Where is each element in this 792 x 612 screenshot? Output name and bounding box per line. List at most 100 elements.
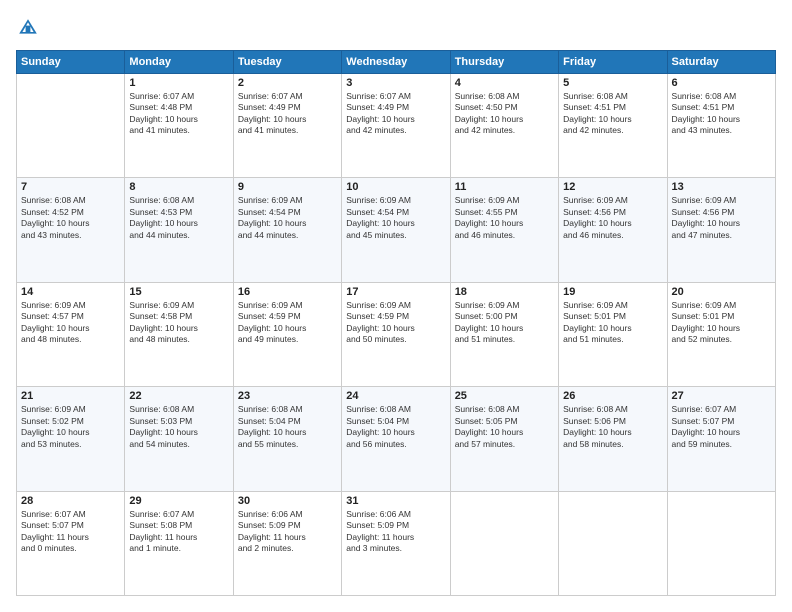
day-info: Sunrise: 6:09 AM Sunset: 4:59 PM Dayligh…: [346, 300, 445, 346]
calendar-cell: 8Sunrise: 6:08 AM Sunset: 4:53 PM Daylig…: [125, 178, 233, 282]
calendar-cell: 2 Sunrise: 6:07 AM Sunset: 4:49 PM Daylig…: [233, 74, 341, 178]
calendar-cell: 23 Sunrise: 6:08 AM Sunset: 5:04 PM Dayli…: [233, 387, 341, 491]
calendar-cell: 31 Sunrise: 6:06 AM Sunset: 5:09 PM Dayli…: [342, 491, 450, 595]
day-info: Sunrise: 6:08 AM Sunset: 5:05 PM Dayligh…: [455, 404, 554, 450]
day-number: 2: [238, 77, 337, 89]
calendar-cell: 28 Sunrise: 6:07 AM Sunset: 5:07 PM Dayli…: [17, 491, 125, 595]
calendar-cell: 13 Sunrise: 6:09 AM Sunset: 4:56 PM Dayli…: [667, 178, 775, 282]
calendar-cell: [17, 74, 125, 178]
day-info: Sunrise: 6:07 AM Sunset: 4:49 PM Dayligh…: [238, 91, 337, 137]
day-info: Sunrise: 6:07 AM Sunset: 5:07 PM Dayligh…: [672, 404, 771, 450]
week-row-2: 7 Sunrise: 6:08 AM Sunset: 4:52 PM Daylig…: [17, 178, 776, 282]
day-number: 21: [21, 390, 120, 402]
day-info: Sunrise: 6:07 AM Sunset: 5:07 PM Dayligh…: [21, 509, 120, 555]
logo-icon: [16, 16, 40, 40]
calendar-cell: 6 Sunrise: 6:08 AM Sunset: 4:51 PM Daylig…: [667, 74, 775, 178]
day-number: 22: [129, 390, 228, 402]
day-info: Sunrise: 6:09 AM Sunset: 5:00 PM Dayligh…: [455, 300, 554, 346]
day-info: Sunrise: 6:06 AM Sunset: 5:09 PM Dayligh…: [346, 509, 445, 555]
day-number: 9: [238, 181, 337, 193]
day-number: 14: [21, 286, 120, 298]
calendar-cell: 22 Sunrise: 6:08 AM Sunset: 5:03 PM Dayli…: [125, 387, 233, 491]
day-number: 7: [21, 181, 120, 193]
calendar-cell: 24 Sunrise: 6:08 AM Sunset: 5:04 PM Dayli…: [342, 387, 450, 491]
calendar-cell: 17 Sunrise: 6:09 AM Sunset: 4:59 PM Dayli…: [342, 282, 450, 386]
day-info: Sunrise: 6:08 AM Sunset: 5:06 PM Dayligh…: [563, 404, 662, 450]
weekday-header-wednesday: Wednesday: [342, 51, 450, 74]
day-info: Sunrise: 6:08 AM Sunset: 5:04 PM Dayligh…: [346, 404, 445, 450]
calendar-table: SundayMondayTuesdayWednesdayThursdayFrid…: [16, 50, 776, 596]
day-info: Sunrise: 6:09 AM Sunset: 5:01 PM Dayligh…: [672, 300, 771, 346]
day-info: Sunrise: 6:08 AM Sunset: 4:51 PM Dayligh…: [563, 91, 662, 137]
calendar-cell: 21 Sunrise: 6:09 AM Sunset: 5:02 PM Dayli…: [17, 387, 125, 491]
day-info: Sunrise: 6:09 AM Sunset: 4:56 PM Dayligh…: [672, 195, 771, 241]
day-info: Sunrise: 6:09 AM Sunset: 4:54 PM Dayligh…: [238, 195, 337, 241]
calendar-cell: [667, 491, 775, 595]
calendar-cell: 4 Sunrise: 6:08 AM Sunset: 4:50 PM Daylig…: [450, 74, 558, 178]
weekday-header-thursday: Thursday: [450, 51, 558, 74]
day-number: 11: [455, 181, 554, 193]
day-info: Sunrise: 6:07 AM Sunset: 5:08 PM Dayligh…: [129, 509, 228, 555]
day-number: 6: [672, 77, 771, 89]
day-number: 19: [563, 286, 662, 298]
day-info: Sunrise: 6:08 AM Sunset: 4:52 PM Dayligh…: [21, 195, 120, 241]
day-number: 23: [238, 390, 337, 402]
day-number: 30: [238, 495, 337, 507]
day-info: Sunrise: 6:07 AM Sunset: 4:48 PM Dayligh…: [129, 91, 228, 137]
calendar-cell: 30Sunrise: 6:06 AM Sunset: 5:09 PM Dayli…: [233, 491, 341, 595]
day-number: 17: [346, 286, 445, 298]
week-row-1: 1 Sunrise: 6:07 AM Sunset: 4:48 PM Daylig…: [17, 74, 776, 178]
calendar-cell: 18 Sunrise: 6:09 AM Sunset: 5:00 PM Dayli…: [450, 282, 558, 386]
day-number: 18: [455, 286, 554, 298]
header: [16, 16, 776, 40]
calendar-cell: 26Sunrise: 6:08 AM Sunset: 5:06 PM Dayli…: [559, 387, 667, 491]
weekday-header-saturday: Saturday: [667, 51, 775, 74]
day-number: 28: [21, 495, 120, 507]
calendar-cell: 9 Sunrise: 6:09 AM Sunset: 4:54 PM Daylig…: [233, 178, 341, 282]
week-row-5: 28 Sunrise: 6:07 AM Sunset: 5:07 PM Dayli…: [17, 491, 776, 595]
calendar-cell: 5 Sunrise: 6:08 AM Sunset: 4:51 PM Daylig…: [559, 74, 667, 178]
day-number: 3: [346, 77, 445, 89]
day-number: 27: [672, 390, 771, 402]
day-number: 16: [238, 286, 337, 298]
day-number: 13: [672, 181, 771, 193]
calendar-cell: 3 Sunrise: 6:07 AM Sunset: 4:49 PM Daylig…: [342, 74, 450, 178]
calendar-cell: 14 Sunrise: 6:09 AM Sunset: 4:57 PM Dayli…: [17, 282, 125, 386]
calendar-cell: 27 Sunrise: 6:07 AM Sunset: 5:07 PM Dayli…: [667, 387, 775, 491]
day-number: 25: [455, 390, 554, 402]
day-number: 15: [129, 286, 228, 298]
day-info: Sunrise: 6:08 AM Sunset: 5:04 PM Dayligh…: [238, 404, 337, 450]
day-info: Sunrise: 6:08 AM Sunset: 5:03 PM Dayligh…: [129, 404, 228, 450]
day-number: 12: [563, 181, 662, 193]
week-row-3: 14 Sunrise: 6:09 AM Sunset: 4:57 PM Dayli…: [17, 282, 776, 386]
calendar-cell: 29Sunrise: 6:07 AM Sunset: 5:08 PM Dayli…: [125, 491, 233, 595]
day-number: 10: [346, 181, 445, 193]
day-info: Sunrise: 6:08 AM Sunset: 4:53 PM Dayligh…: [129, 195, 228, 241]
calendar-cell: 19Sunrise: 6:09 AM Sunset: 5:01 PM Dayli…: [559, 282, 667, 386]
calendar-cell: 15 Sunrise: 6:09 AM Sunset: 4:58 PM Dayli…: [125, 282, 233, 386]
calendar-cell: 25 Sunrise: 6:08 AM Sunset: 5:05 PM Dayli…: [450, 387, 558, 491]
day-info: Sunrise: 6:07 AM Sunset: 4:49 PM Dayligh…: [346, 91, 445, 137]
day-number: 1: [129, 77, 228, 89]
calendar-cell: 7 Sunrise: 6:08 AM Sunset: 4:52 PM Daylig…: [17, 178, 125, 282]
day-number: 4: [455, 77, 554, 89]
calendar-cell: 20 Sunrise: 6:09 AM Sunset: 5:01 PM Dayli…: [667, 282, 775, 386]
day-info: Sunrise: 6:08 AM Sunset: 4:50 PM Dayligh…: [455, 91, 554, 137]
day-info: Sunrise: 6:09 AM Sunset: 4:57 PM Dayligh…: [21, 300, 120, 346]
logo: [16, 16, 44, 40]
week-row-4: 21 Sunrise: 6:09 AM Sunset: 5:02 PM Dayli…: [17, 387, 776, 491]
day-info: Sunrise: 6:09 AM Sunset: 4:58 PM Dayligh…: [129, 300, 228, 346]
day-info: Sunrise: 6:09 AM Sunset: 5:02 PM Dayligh…: [21, 404, 120, 450]
day-number: 31: [346, 495, 445, 507]
day-number: 24: [346, 390, 445, 402]
day-info: Sunrise: 6:09 AM Sunset: 4:56 PM Dayligh…: [563, 195, 662, 241]
day-info: Sunrise: 6:08 AM Sunset: 4:51 PM Dayligh…: [672, 91, 771, 137]
calendar-cell: 10Sunrise: 6:09 AM Sunset: 4:54 PM Dayli…: [342, 178, 450, 282]
weekday-header-row: SundayMondayTuesdayWednesdayThursdayFrid…: [17, 51, 776, 74]
calendar-cell: 11 Sunrise: 6:09 AM Sunset: 4:55 PM Dayli…: [450, 178, 558, 282]
day-info: Sunrise: 6:09 AM Sunset: 4:55 PM Dayligh…: [455, 195, 554, 241]
calendar-cell: 16Sunrise: 6:09 AM Sunset: 4:59 PM Dayli…: [233, 282, 341, 386]
day-number: 5: [563, 77, 662, 89]
day-number: 20: [672, 286, 771, 298]
weekday-header-monday: Monday: [125, 51, 233, 74]
